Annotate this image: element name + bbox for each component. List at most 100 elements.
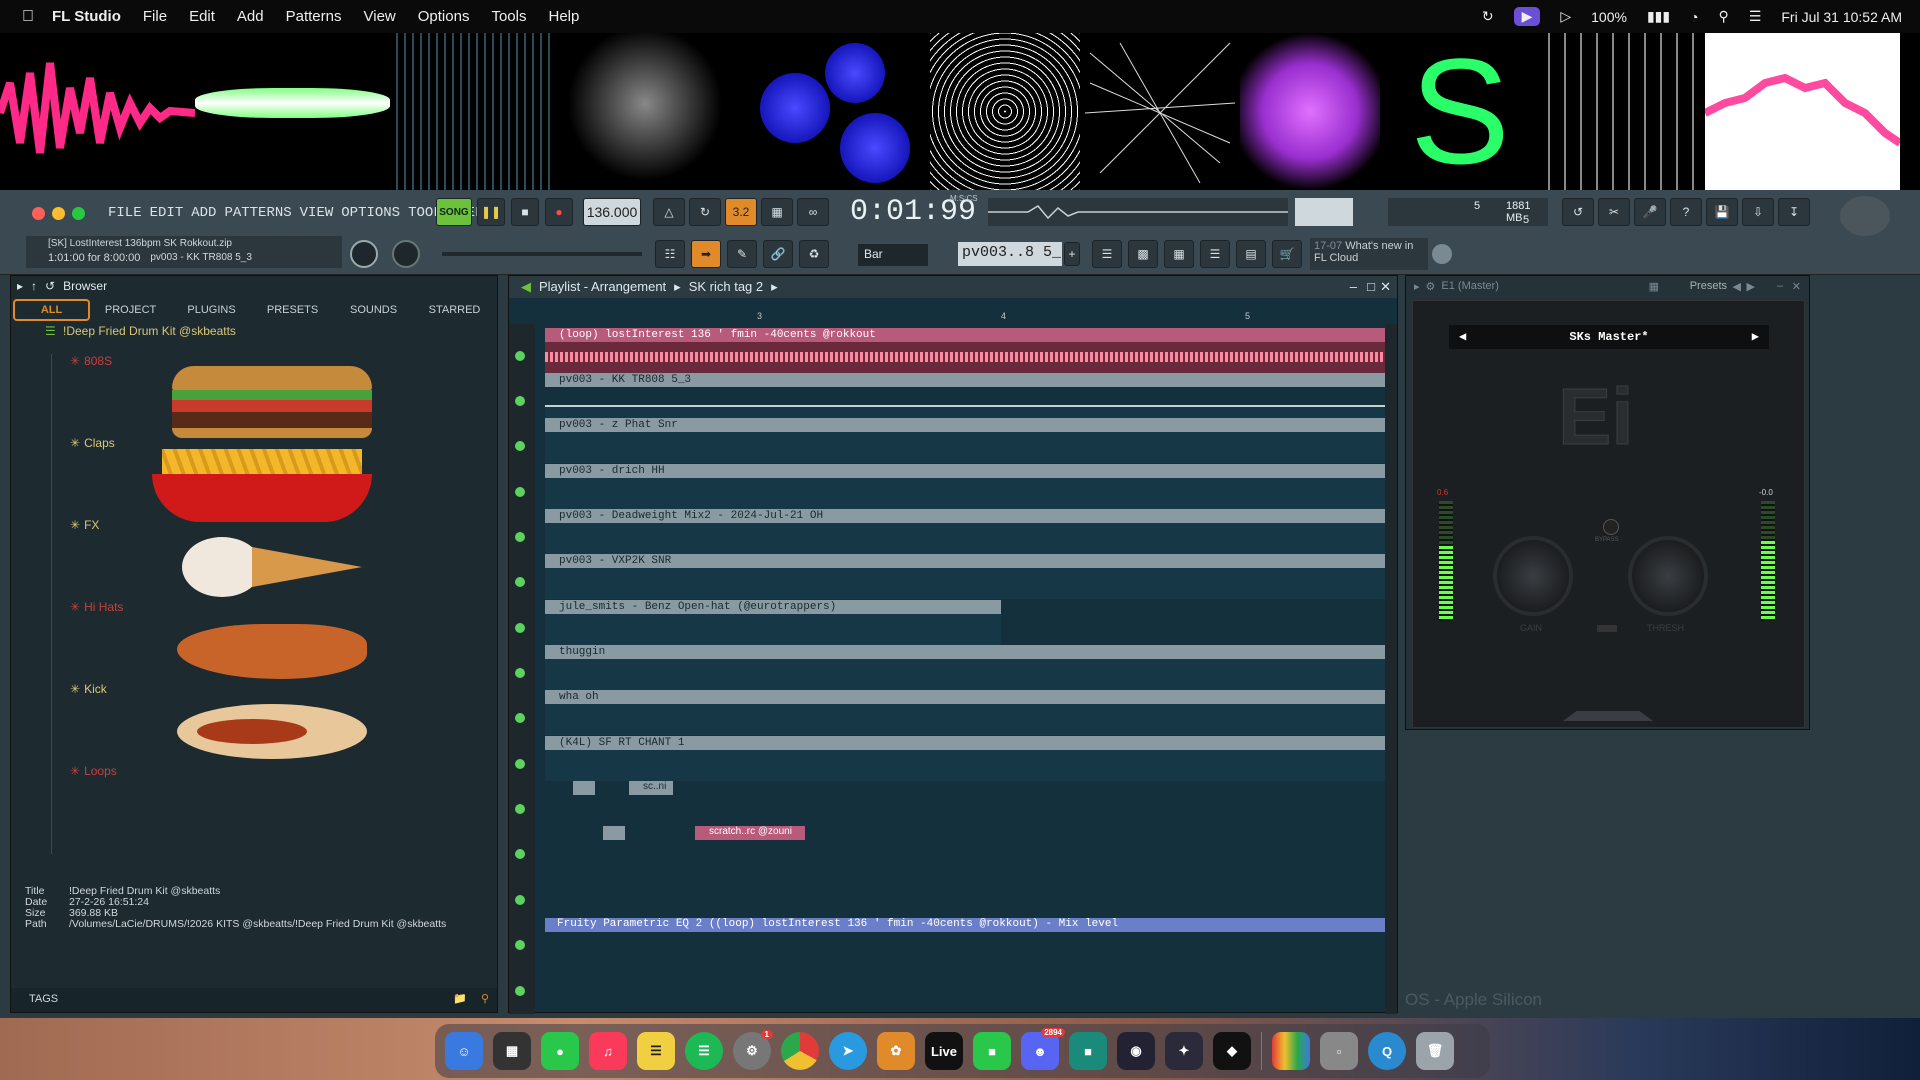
playlist-clip[interactable]: wha oh [545, 690, 1397, 735]
preset-left-arrow-icon[interactable]: ◀ [1459, 325, 1466, 349]
playlist-clip[interactable]: pv003 - KK TR808 5_3 [545, 373, 1397, 436]
fl-menu-file[interactable]: FILE [108, 205, 142, 221]
playlist-clip[interactable]: pv003 - VXP2K SNR [545, 554, 1397, 599]
small-clip[interactable] [603, 826, 625, 840]
metronome-button[interactable]: △ [653, 198, 685, 226]
browser-item-hi-hats[interactable]: ✳ Hi Hats [70, 600, 123, 614]
news-panel[interactable]: 17-07 What's new in FL Cloud [1310, 238, 1428, 270]
folder-open-icon[interactable]: 📁 [453, 992, 467, 1005]
track-mute-led[interactable] [515, 532, 525, 542]
trash-icon[interactable]: 🗑 [1416, 1032, 1454, 1070]
step-edit-button[interactable]: ▦ [761, 198, 793, 226]
window-minimize-button[interactable] [52, 207, 65, 220]
gain-knob[interactable] [1493, 536, 1573, 616]
paint-tool-button[interactable]: ✎ [727, 240, 757, 268]
plugin-collapse-icon[interactable]: ▸ [1414, 280, 1420, 294]
cut-tool-button[interactable]: ✂ [1598, 198, 1630, 226]
music-icon[interactable]: ♫ [589, 1032, 627, 1070]
menubar-options[interactable]: Options [418, 8, 470, 25]
playlist-clip[interactable]: pv003 - Deadweight Mix2 - 2024-Jul-21 OH [545, 509, 1397, 554]
battery-icon[interactable]: ▮▮▮ [1647, 8, 1670, 25]
browser-collapse-icon[interactable]: ▸ [17, 279, 23, 293]
browser-item-fx[interactable]: ✳ FX [70, 518, 99, 532]
track-mute-led[interactable] [515, 396, 525, 406]
undo-history-button[interactable]: ↺ [1562, 198, 1594, 226]
menubar-view[interactable]: View [364, 8, 396, 25]
pattern-selector[interactable]: pv003..8 5_3 [958, 242, 1062, 266]
track-mute-led[interactable] [515, 986, 525, 996]
color-app-icon[interactable] [1272, 1032, 1310, 1070]
system-settings-icon[interactable]: ⚙ 1 [733, 1030, 773, 1070]
track-mute-led[interactable] [515, 804, 525, 814]
stop-button[interactable]: ■ [511, 198, 539, 226]
automation-clip[interactable]: Fruity Parametric EQ 2 ((loop) lostInter… [545, 918, 1397, 932]
menubar-file[interactable]: File [143, 8, 167, 25]
finder-icon[interactable]: ☺ [445, 1032, 483, 1070]
tab-presets[interactable]: PRESETS [252, 304, 333, 316]
menubar-tools[interactable]: Tools [491, 8, 526, 25]
grid-icon[interactable]: ▦ [1649, 280, 1659, 293]
discord-icon[interactable]: ☻ 2894 [1021, 1028, 1065, 1070]
arrangement-menu-icon[interactable]: ▸ [771, 279, 778, 295]
arrangement-name[interactable]: SK rich tag 2 [689, 279, 763, 295]
playlist-clip[interactable]: (loop) lostInterest 136 ' fmin -40cents … [545, 328, 1397, 373]
window-zoom-button[interactable] [72, 207, 85, 220]
notes-icon[interactable]: ☰ [637, 1032, 675, 1070]
control-center-icon[interactable]: ☰ [1749, 8, 1762, 25]
stamp-button[interactable]: ♻ [799, 240, 829, 268]
play-circle-icon[interactable]: ▷ [1560, 8, 1571, 25]
snap-selector[interactable]: Bar [858, 244, 928, 266]
vpn-icon[interactable]: ◉ [1117, 1032, 1155, 1070]
track-mute-led[interactable] [515, 940, 525, 950]
plugin-close-icon[interactable]: ✕ [1792, 280, 1801, 293]
help-button[interactable]: ? [1670, 198, 1702, 226]
menubar-edit[interactable]: Edit [189, 8, 215, 25]
play-button[interactable]: ❚❚ [477, 198, 505, 226]
microphone-button[interactable]: 🎤 [1634, 198, 1666, 226]
song-mode-toggle[interactable]: SONG [436, 198, 472, 226]
playlist-maximize-icon[interactable]: □ [1367, 279, 1375, 294]
add-pattern-button[interactable]: + [1064, 242, 1080, 266]
browser-refresh-icon[interactable]: ↺ [45, 279, 55, 293]
battery-percent[interactable]: 100% [1591, 9, 1627, 25]
preset-right-arrow-icon[interactable]: ▶ [1752, 325, 1759, 349]
playlist-minimize-icon[interactable]: – [1350, 279, 1357, 294]
mixer-button[interactable]: ☰ [1200, 240, 1230, 268]
facetime-icon[interactable]: ■ [973, 1032, 1011, 1070]
browser-button[interactable]: ▤ [1236, 240, 1266, 268]
ableton-live-icon[interactable]: Live [925, 1032, 963, 1070]
track-mute-led[interactable] [515, 623, 525, 633]
thresh-knob[interactable] [1628, 536, 1708, 616]
spotify-icon[interactable]: ☰ [685, 1032, 723, 1070]
search-icon[interactable]: ⚲ [481, 992, 489, 1005]
save-button[interactable]: 💾 [1706, 198, 1738, 226]
tab-sounds[interactable]: SOUNDS [333, 304, 414, 316]
playlist-scrollbar[interactable] [1385, 324, 1397, 1014]
launchpad-icon[interactable]: ▦ [493, 1032, 531, 1070]
channel-rack-button[interactable]: ▩ [1128, 240, 1158, 268]
menubar-datetime[interactable]: Fri Jul 31 10:52 AM [1781, 9, 1902, 25]
apple-icon[interactable]:  [22, 8, 34, 26]
quicktime-icon[interactable]: Q [1368, 1032, 1406, 1070]
playlist-button[interactable]: ☰ [1092, 240, 1122, 268]
messages-icon[interactable]: ● [541, 1032, 579, 1070]
window-close-button[interactable] [32, 207, 45, 220]
preset-bar[interactable]: ◀ SKs Master* ▶ [1449, 325, 1769, 349]
sync-icon[interactable]: ↻ [1482, 8, 1494, 25]
fl-menu-patterns[interactable]: PATTERNS [224, 205, 291, 221]
small-clip-sc-ni[interactable]: sc..ni [629, 781, 673, 795]
fl-studio-dock-icon[interactable]: ✿ [877, 1032, 915, 1070]
fl-menu-view[interactable]: VIEW [300, 205, 334, 221]
track-mute-led[interactable] [515, 577, 525, 587]
playlist-clip[interactable]: pv003 - drich HH [545, 464, 1397, 509]
playlist-close-icon[interactable]: ✕ [1380, 279, 1391, 295]
plugin-database-button[interactable]: 🛒 [1272, 240, 1302, 268]
track-mute-led[interactable] [515, 668, 525, 678]
chrome-icon[interactable] [781, 1032, 819, 1070]
wifi-icon[interactable]: ◔ [1690, 9, 1698, 25]
browser-item-loops[interactable]: ✳ Loops [70, 764, 117, 778]
telegram-icon[interactable]: ➤ [829, 1032, 867, 1070]
track-mute-led[interactable] [515, 351, 525, 361]
preset-next-icon[interactable]: ▶ [1747, 280, 1755, 293]
expand-handle[interactable] [1563, 711, 1653, 721]
